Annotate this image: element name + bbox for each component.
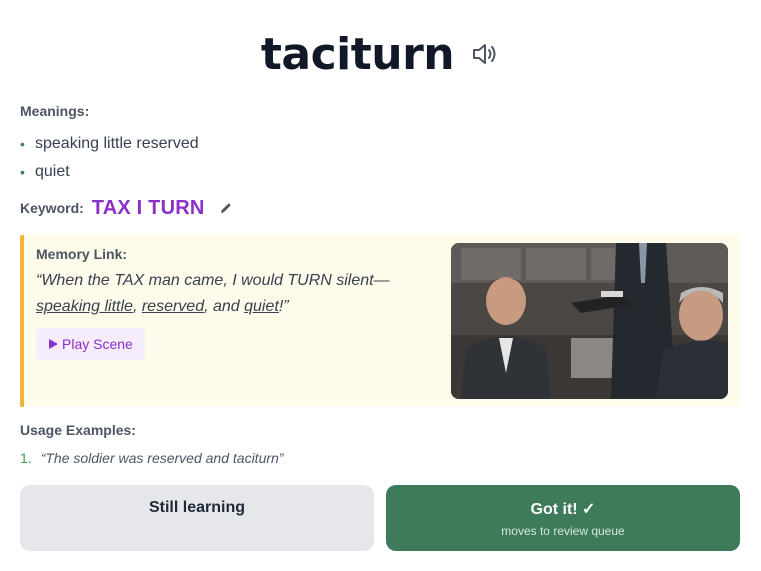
quote-end: !” bbox=[278, 298, 289, 315]
memory-quote: “When the TAX man came, I would TURN sil… bbox=[36, 268, 431, 320]
example-number: 1. bbox=[20, 450, 32, 466]
memory-link-label: Memory Link: bbox=[36, 246, 128, 262]
still-learning-button[interactable]: Still learning bbox=[20, 485, 374, 551]
still-learning-label: Still learning bbox=[148, 499, 245, 516]
play-scene-button[interactable]: Play Scene bbox=[36, 328, 145, 360]
got-it-label: Got it! ✓ bbox=[530, 501, 596, 518]
scene-image bbox=[451, 243, 728, 399]
quote-underline-1: speaking little bbox=[36, 298, 133, 315]
speaker-icon[interactable] bbox=[470, 39, 500, 69]
play-scene-label: Play Scene bbox=[62, 336, 133, 352]
bullet: • bbox=[20, 136, 25, 152]
quote-underline-2: reserved bbox=[141, 298, 205, 315]
keyword-value: TAX I TURN bbox=[91, 196, 205, 219]
quote-separator: , bbox=[132, 298, 142, 315]
word-title: taciturn bbox=[260, 28, 455, 80]
meaning-text: speaking little reserved bbox=[35, 135, 199, 152]
meanings-label: Meanings: bbox=[20, 103, 90, 119]
keyword-label: Keyword: bbox=[20, 200, 84, 216]
got-it-sublabel: moves to review queue bbox=[501, 524, 625, 538]
list-item: 1. “The soldier was reserved and tacitur… bbox=[20, 450, 283, 466]
play-icon bbox=[48, 336, 58, 352]
list-item: • quiet bbox=[20, 158, 199, 186]
pencil-icon[interactable] bbox=[219, 200, 235, 216]
quote-underline-3: quiet bbox=[244, 298, 279, 315]
word-header: taciturn bbox=[0, 26, 761, 82]
list-item: • speaking little reserved bbox=[20, 130, 199, 158]
example-text: “The soldier was reserved and taciturn” bbox=[40, 450, 284, 466]
meaning-text: quiet bbox=[35, 163, 70, 180]
usage-examples-label: Usage Examples: bbox=[20, 422, 136, 438]
memory-link-card: Memory Link: “When the TAX man came, I w… bbox=[20, 235, 740, 407]
got-it-button[interactable]: Got it! ✓ moves to review queue bbox=[386, 485, 740, 551]
meanings-list: • speaking little reserved • quiet bbox=[20, 130, 199, 186]
bullet: • bbox=[20, 164, 25, 180]
quote-start: “When the TAX man came, I would TURN sil… bbox=[36, 272, 390, 289]
quote-separator: , and bbox=[204, 298, 245, 315]
keyword-row: Keyword: TAX I TURN bbox=[20, 196, 235, 220]
